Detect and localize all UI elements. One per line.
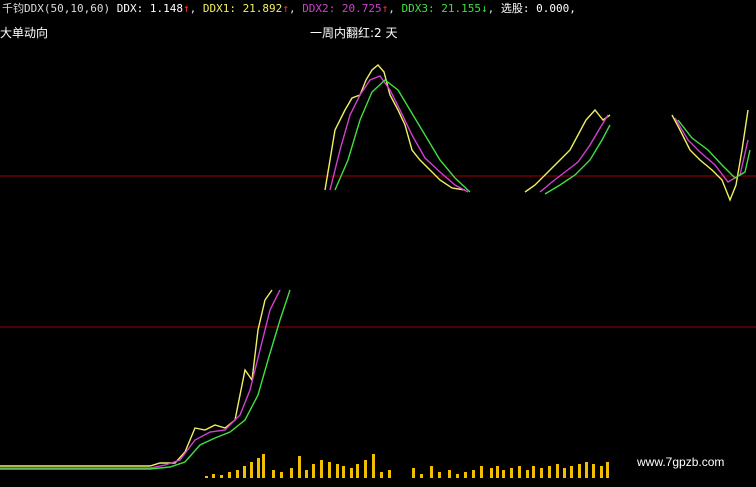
volume-bar [364, 460, 367, 478]
volume-bar [212, 474, 215, 478]
volume-bar [388, 470, 391, 478]
volume-bar [412, 468, 415, 478]
volume-bar [438, 472, 441, 478]
volume-bar [290, 468, 293, 478]
volume-bar [456, 474, 459, 478]
volume-bar [563, 468, 566, 478]
volume-bar [205, 476, 208, 478]
volume-bar [372, 454, 375, 478]
volume-bar [526, 470, 529, 478]
volume-bar [490, 468, 493, 478]
ddx2-line-low [0, 289, 281, 469]
volume-bar [350, 468, 353, 478]
ddx1-line-right [671, 109, 749, 202]
volume-bar [606, 462, 609, 478]
volume-bar [243, 466, 246, 478]
volume-bar [328, 462, 331, 478]
series-lines [0, 64, 751, 470]
volume-bar [548, 466, 551, 478]
volume-bar [510, 468, 513, 478]
volume-bar [312, 464, 315, 478]
volume-bar [356, 464, 359, 478]
volume-bar [472, 470, 475, 478]
volume-bar [532, 466, 535, 478]
volume-bar [336, 464, 339, 478]
volume-bar [236, 470, 239, 478]
volume-bar [257, 458, 260, 478]
volume-bar [556, 464, 559, 478]
volume-bar [464, 472, 467, 478]
volume-bar [380, 472, 383, 478]
volume-bar [272, 470, 275, 478]
volume-bar [585, 462, 588, 478]
ddx2-line-peak [329, 75, 469, 193]
volume-bar [320, 460, 323, 478]
volume-bar [496, 466, 499, 478]
ddx2-line-mid [539, 114, 609, 193]
volume-bar [298, 456, 301, 478]
volume-bar [570, 466, 573, 478]
volume-bar [280, 472, 283, 478]
volume-bar [600, 466, 603, 478]
volume-bar [305, 470, 308, 478]
volume-bar [250, 462, 253, 478]
volume-bar [228, 472, 231, 478]
watermark-text: www.7gpzb.com [637, 455, 725, 469]
bar-group [205, 454, 609, 478]
volume-bar [262, 454, 265, 478]
volume-bar [518, 466, 521, 478]
volume-bar [448, 470, 451, 478]
volume-bar [420, 474, 423, 478]
volume-bar [220, 475, 223, 478]
ddx3-line-low [0, 289, 291, 470]
volume-bar [342, 466, 345, 478]
volume-bar [480, 466, 483, 478]
volume-bar [592, 464, 595, 478]
volume-bar [578, 464, 581, 478]
volume-bar [540, 468, 543, 478]
ddx1-line-low [0, 289, 273, 467]
ddx-chart[interactable] [0, 0, 756, 487]
volume-bar [502, 470, 505, 478]
ddx2-line-right [674, 117, 749, 183]
volume-bar [430, 466, 433, 478]
